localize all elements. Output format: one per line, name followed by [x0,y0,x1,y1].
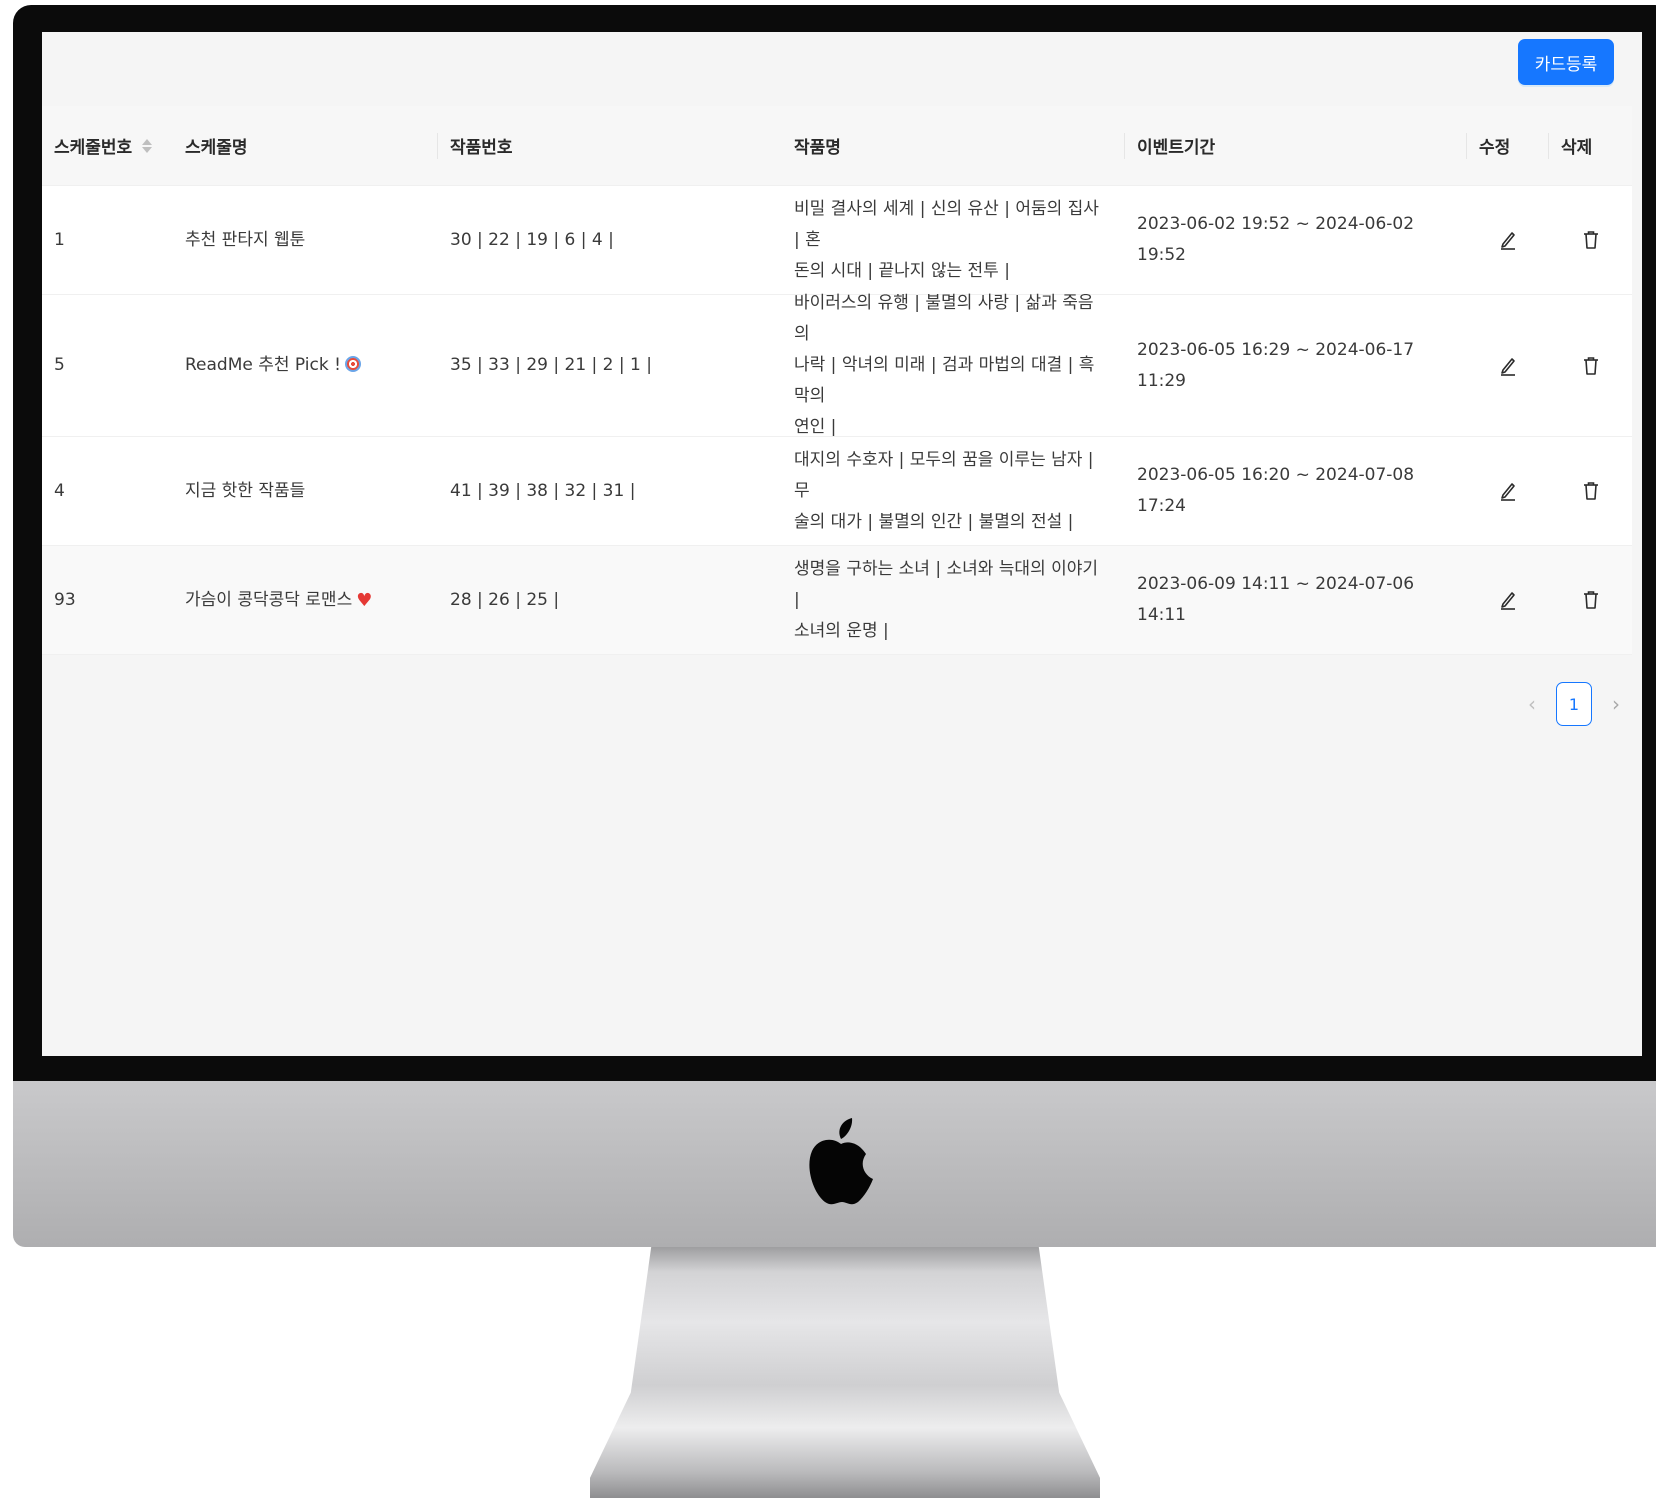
monitor-stand [590,1247,1100,1498]
edit-button[interactable] [1467,295,1549,436]
table-row: 4 지금 핫한 작품들 41 | 39 | 38 | 32 | 31 | 대지의… [42,437,1632,546]
next-page-button[interactable]: › [1606,692,1626,716]
schedule-name-cell: ReadMe 추천 Pick ! [173,350,438,381]
column-header-label: 삭제 [1561,138,1593,158]
table-row: 1 추천 판타지 웹툰 30 | 22 | 19 | 6 | 4 | 비밀 결사… [42,186,1632,295]
column-header-label: 작품명 [794,138,841,158]
column-header-work-numbers: 작품번호 [438,106,782,185]
edit-icon [1501,592,1515,610]
delete-icon [1583,356,1598,375]
work-names-line: 대지의 수호자 | 모두의 꿈을 이루는 남자 | 무 [794,449,1094,501]
work-names-line: 돈의 시대 | 끝나지 않는 전투 | [794,260,1010,281]
table-row: 5 ReadMe 추천 Pick ! 35 | 33 | 29 | 21 | 2… [42,293,1632,437]
delete-button[interactable] [1549,186,1632,294]
schedule-name-text: 추천 판타지 웹툰 [185,229,306,250]
register-card-button[interactable]: 카드등록 [1518,39,1614,85]
work-names-cell: 생명을 구하는 소녀 | 소녀와 늑대의 이야기 | 소녀의 운명 | [782,554,1125,647]
column-header-label: 스케줄번호 [54,138,133,158]
edit-icon [1501,483,1515,501]
event-period-cell: 2023-06-09 14:11 ~ 2024-07-06 14:11 [1137,574,1415,625]
work-numbers-cell: 35 | 33 | 29 | 21 | 2 | 1 | [450,355,652,375]
schedule-name-text: 지금 핫한 작품들 [185,480,306,501]
delete-button[interactable] [1549,437,1632,545]
edit-button[interactable] [1467,546,1549,654]
schedule-name-cell: 가슴이 콩닥콩닥 로맨스 ♥ [173,585,438,616]
apple-logo-icon [809,1118,873,1205]
schedule-no-cell: 5 [54,355,65,375]
work-names-line: 비밀 결사의 세계 | 신의 유산 | 어둠의 집사 | 혼 [794,198,1099,250]
column-header-delete: 삭제 [1549,106,1632,185]
app-screen: 카드등록 스케줄번호 스케줄명 작품번호 작품명 이벤트기간 수정 삭제 1 추… [42,32,1642,1056]
work-names-line: 술의 대가 | 불멸의 인간 | 불멸의 전설 | [794,511,1074,532]
work-names-cell: 바이러스의 유행 | 불멸의 사랑 | 삶과 죽음의 나락 | 악녀의 미래 |… [782,288,1125,443]
target-emoji-icon [344,356,361,372]
work-names-cell: 비밀 결사의 세계 | 신의 유산 | 어둠의 집사 | 혼 돈의 시대 | 끝… [782,194,1125,287]
column-header-event-period: 이벤트기간 [1125,106,1467,185]
sort-icon[interactable] [142,138,153,153]
schedule-no-cell: 93 [54,589,76,610]
delete-icon [1583,591,1598,609]
column-header-label: 이벤트기간 [1137,138,1216,158]
column-header-label: 작품번호 [450,138,513,158]
column-header-edit: 수정 [1467,106,1549,185]
schedule-table: 스케줄번호 스케줄명 작품번호 작품명 이벤트기간 수정 삭제 1 추천 판타지… [42,106,1632,655]
schedule-name-cell: 추천 판타지 웹툰 [173,225,438,256]
prev-page-button[interactable]: ‹ [1522,692,1542,716]
delete-button[interactable] [1549,295,1632,436]
delete-icon [1583,231,1598,249]
work-names-line: 연인 | [794,417,837,437]
work-names-line: 생명을 구하는 소녀 | 소녀와 늑대의 이야기 | [794,558,1099,610]
edit-button[interactable] [1467,186,1549,294]
column-header-schedule-no[interactable]: 스케줄번호 [42,106,173,185]
work-numbers-cell: 30 | 22 | 19 | 6 | 4 | [450,229,614,250]
column-header-schedule-name: 스케줄명 [173,106,438,185]
work-names-line: 나락 | 악녀의 미래 | 검과 마법의 대결 | 흑막의 [794,355,1095,406]
delete-icon [1583,482,1598,500]
work-numbers-cell: 28 | 26 | 25 | [450,589,560,610]
page-number-button[interactable]: 1 [1556,682,1592,726]
schedule-name-cell: 지금 핫한 작품들 [173,476,438,507]
column-header-label: 수정 [1479,138,1511,158]
schedule-name-text: 가슴이 콩닥콩닥 로맨스 [185,589,353,610]
edit-button[interactable] [1467,437,1549,545]
work-numbers-cell: 41 | 39 | 38 | 32 | 31 | [450,480,636,501]
edit-icon [1501,357,1515,376]
work-names-cell: 대지의 수호자 | 모두의 꿈을 이루는 남자 | 무 술의 대가 | 불멸의 … [782,445,1125,538]
table-header: 스케줄번호 스케줄명 작품번호 작품명 이벤트기간 수정 삭제 [42,106,1632,186]
event-period-cell: 2023-06-05 16:20 ~ 2024-07-08 17:24 [1137,465,1415,516]
heart-emoji-icon: ♥ [356,589,373,611]
schedule-no-cell: 4 [54,480,65,501]
work-names-line: 바이러스의 유행 | 불멸의 사랑 | 삶과 죽음의 [794,293,1094,344]
schedule-no-cell: 1 [54,229,65,250]
edit-icon [1501,232,1515,250]
column-header-work-names: 작품명 [782,106,1125,185]
delete-button[interactable] [1549,546,1632,654]
pagination: ‹ 1 › [1522,682,1626,726]
work-names-line: 소녀의 운명 | [794,620,889,641]
column-header-label: 스케줄명 [185,138,248,158]
event-period-cell: 2023-06-02 19:52 ~ 2024-06-02 19:52 [1137,214,1415,265]
schedule-name-text: ReadMe 추천 Pick ! [185,355,341,375]
event-period-cell: 2023-06-05 16:29 ~ 2024-06-17 11:29 [1137,339,1415,391]
table-row: 93 가슴이 콩닥콩닥 로맨스 ♥ 28 | 26 | 25 | 생명을 구하는 … [42,546,1632,655]
